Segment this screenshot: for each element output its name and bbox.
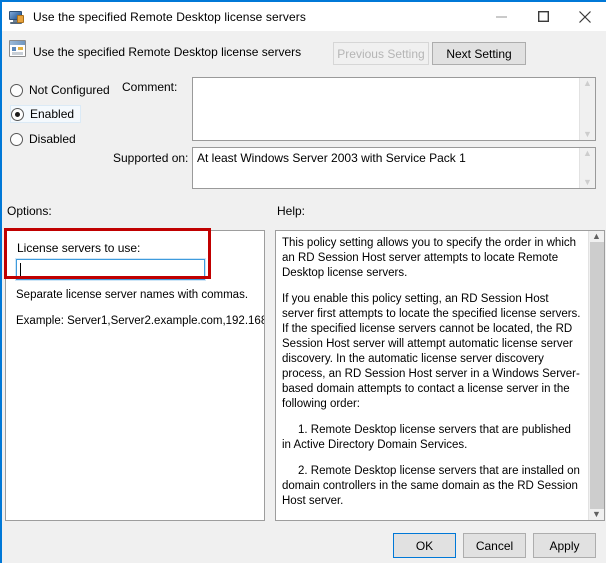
supported-on-value: At least Windows Server 2003 with Servic… (197, 151, 466, 165)
radio-label-not-configured: Not Configured (29, 83, 110, 97)
hint-example: Example: Server1,Server2.example.com,192… (16, 315, 265, 327)
radio-disabled[interactable]: Disabled (10, 130, 76, 148)
minimize-icon[interactable] (480, 2, 522, 31)
group-policy-setting-icon (9, 40, 26, 57)
comment-scrollbar[interactable]: ▲ ▼ (579, 78, 595, 140)
license-servers-input[interactable] (15, 258, 206, 281)
hint-separate-commas: Separate license server names with comma… (16, 289, 249, 301)
supported-on-label: Supported on: (113, 151, 189, 165)
group-policy-setting-dialog: Use the specified Remote Desktop license… (0, 0, 606, 563)
help-text: This policy setting allows you to specif… (276, 231, 588, 520)
scroll-down-icon[interactable]: ▼ (592, 510, 601, 519)
window-controls (480, 2, 606, 31)
window-title: Use the specified Remote Desktop license… (33, 9, 306, 24)
setting-name: Use the specified Remote Desktop license… (33, 44, 302, 59)
license-servers-label: License servers to use: (17, 241, 141, 255)
remote-desktop-monitor-icon (8, 9, 25, 25)
supported-on-scrollbar[interactable]: ▲ ▼ (579, 148, 595, 188)
comment-field[interactable]: ▲ ▼ (192, 77, 596, 141)
help-panel: This policy setting allows you to specif… (275, 230, 605, 521)
next-setting-button[interactable]: Next Setting (432, 42, 526, 65)
title-bar: Use the specified Remote Desktop license… (2, 2, 606, 31)
scroll-up-icon[interactable]: ▲ (583, 149, 592, 158)
help-paragraph: 2. Remote Desktop license servers that a… (282, 465, 580, 507)
supported-on-field[interactable]: At least Windows Server 2003 with Servic… (192, 147, 596, 189)
help-label: Help: (277, 204, 306, 218)
options-panel: License servers to use: Separate license… (5, 230, 265, 521)
scroll-down-icon[interactable]: ▼ (583, 178, 592, 187)
options-label: Options: (7, 204, 52, 218)
help-paragraph: 1. Remote Desktop license servers that a… (282, 424, 571, 451)
comment-label: Comment: (122, 80, 178, 94)
scrollbar-thumb[interactable] (589, 242, 604, 509)
radio-enabled[interactable]: Enabled (10, 105, 82, 123)
maximize-icon[interactable] (522, 2, 564, 31)
scroll-up-icon[interactable]: ▲ (583, 79, 592, 88)
radio-mark-disabled (10, 132, 23, 146)
help-scrollbar[interactable]: ▲ ▼ (588, 231, 604, 520)
scroll-down-icon[interactable]: ▼ (583, 130, 592, 139)
radio-label-enabled: Enabled (30, 107, 75, 121)
scroll-up-icon[interactable]: ▲ (592, 232, 601, 241)
radio-mark-not-configured (10, 83, 23, 97)
radio-label-disabled: Disabled (29, 132, 76, 146)
help-paragraph: If you enable this policy setting, an RD… (282, 293, 581, 410)
cancel-button[interactable]: Cancel (463, 533, 526, 558)
close-icon[interactable] (564, 2, 606, 31)
radio-mark-enabled (11, 107, 24, 121)
text-cursor (20, 263, 21, 276)
ok-button[interactable]: OK (393, 533, 456, 558)
comment-value[interactable] (193, 78, 579, 140)
previous-setting-button[interactable]: Previous Setting (333, 42, 429, 65)
radio-not-configured[interactable]: Not Configured (10, 81, 110, 99)
apply-button[interactable]: Apply (533, 533, 596, 558)
help-paragraph: This policy setting allows you to specif… (282, 237, 577, 279)
